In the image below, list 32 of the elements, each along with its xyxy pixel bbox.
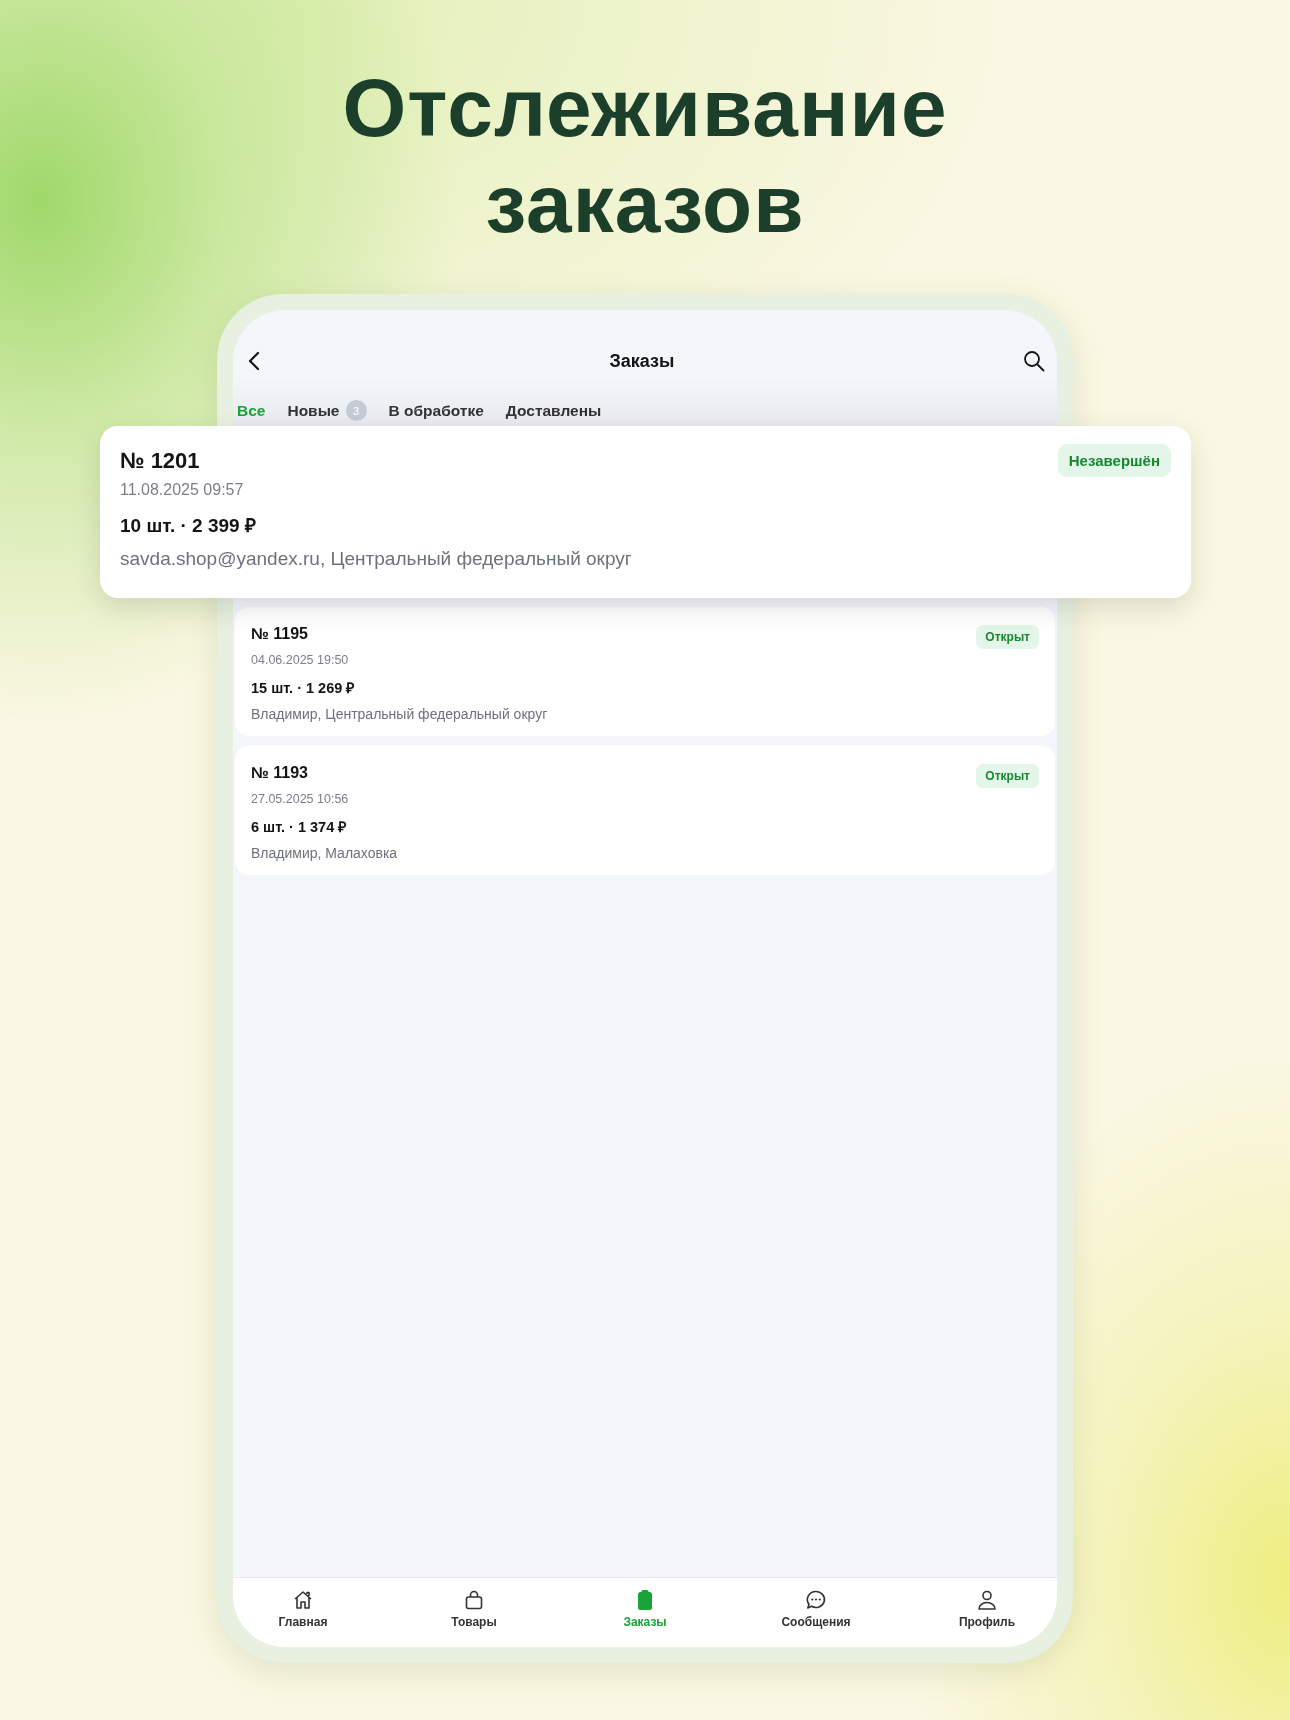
order-summary: 6 шт. · 1 374 ₽ [251,818,348,836]
order-card[interactable]: № 1193 Открыт 27.05.2025 10:56 6 шт. · 1 374 ₽ Владимир, Малаховка [235,746,1055,875]
order-card[interactable]: № 1201 Незавершён 11.08.2025 09:57 10 шт. · 2 399 ₽ savda.shop@yandex.ru, Центральный федеральный округ [100,426,1191,598]
filter-tab[interactable]: Доставлены [505,399,602,422]
nav-tab[interactable]: Профиль [901,1588,1057,1647]
chat-bubble-icon [804,1588,828,1612]
order-number: № 1201 [120,448,200,474]
filter-tab[interactable]: Новые 3 [287,398,367,423]
order-card[interactable]: № 1195 Открыт 04.06.2025 19:50 15 шт. · 1 269 ₽ Владимир, Центральный федеральный округ [235,607,1055,736]
nav-tab[interactable]: Сообщения [730,1588,902,1647]
order-number: № 1195 [251,625,308,643]
filter-tab[interactable]: В обработке [388,399,484,422]
order-date: 27.05.2025 10:56 [251,792,350,806]
order-details: Владимир, Центральный федеральный округ [251,706,549,722]
order-details: Владимир, Малаховка [251,845,399,861]
back-chevron-icon[interactable] [247,351,261,371]
search-icon[interactable] [1023,350,1045,372]
headline: Отслеживание заказов [341,61,949,251]
status-badge: Открыт [976,625,1039,649]
nav-tab[interactable]: Главная [233,1588,389,1647]
order-date: 04.06.2025 19:50 [251,653,350,667]
order-number: № 1193 [251,764,308,782]
order-summary: 10 шт. · 2 399 ₽ [120,514,257,538]
status-badge: Незавершён [1057,444,1171,477]
person-icon [975,1588,999,1612]
order-date: 11.08.2025 09:57 [120,481,245,499]
status-badge: Открыт [976,764,1039,788]
order-details: savda.shop@yandex.ru, Центральный федеральный округ [120,548,633,570]
screen-title: Заказы [609,350,675,372]
count-badge: 3 [345,400,367,421]
order-summary: 15 шт. · 1 269 ₽ [251,679,356,697]
nav-tab[interactable]: Товары [388,1588,560,1647]
